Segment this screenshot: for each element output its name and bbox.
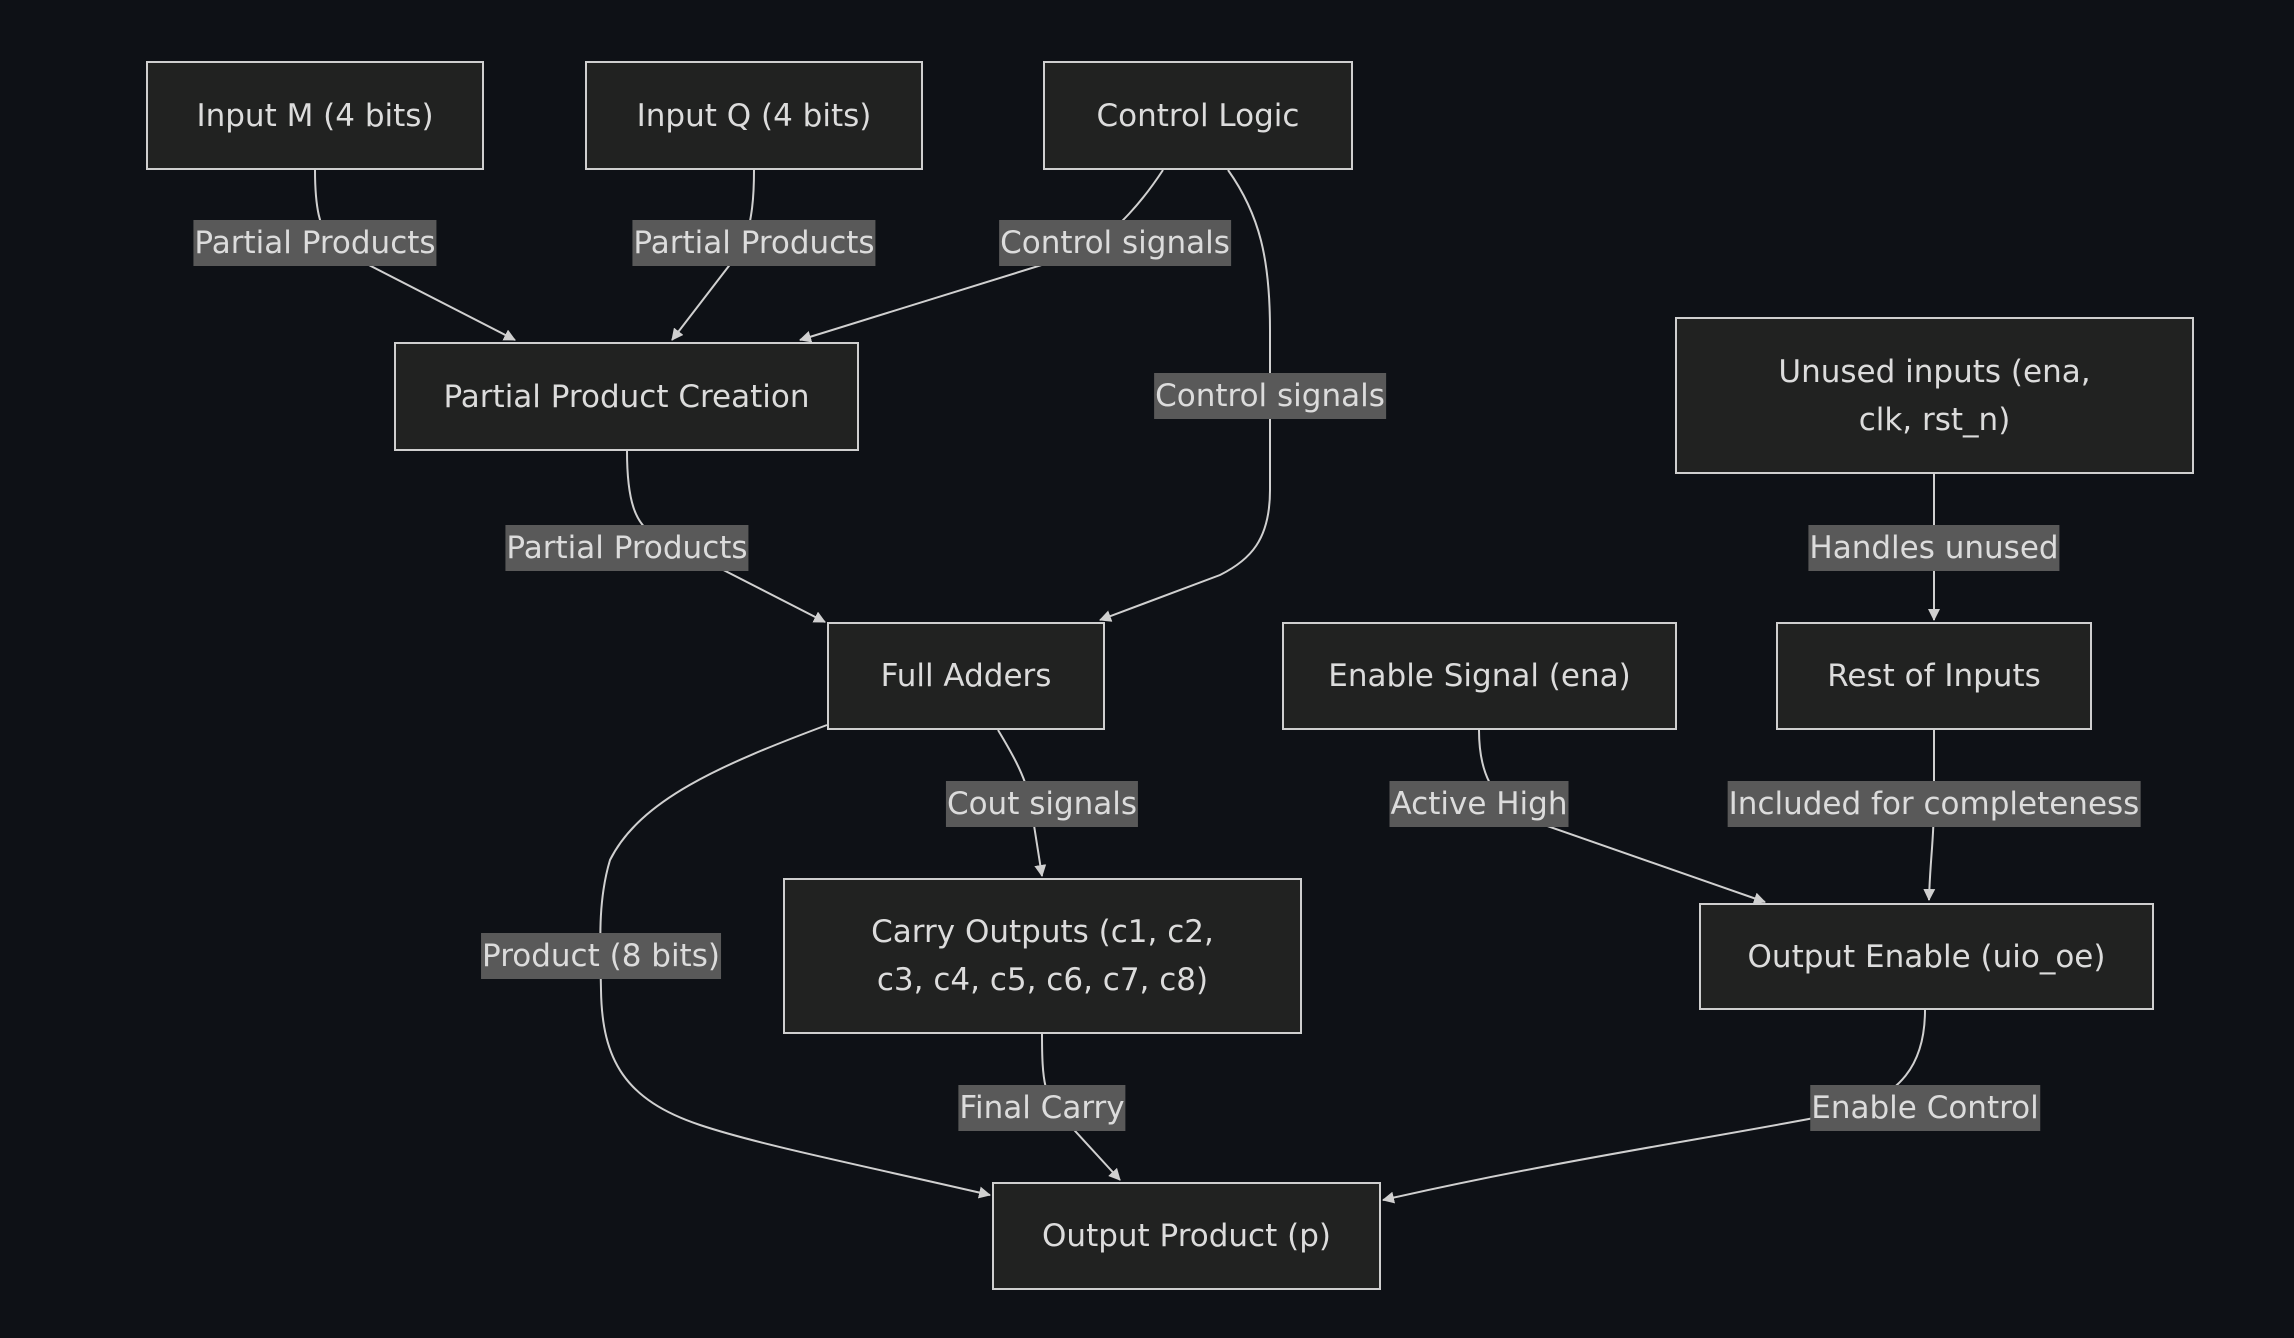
edge-label: Product (8 bits): [481, 933, 721, 979]
edge-label: Control signals: [1154, 373, 1386, 419]
node-label: Enable Signal (ena): [1328, 658, 1631, 694]
node-output-enable: Output Enable (uio_oe): [1699, 903, 2154, 1010]
node-label: Partial Product Creation: [443, 378, 810, 415]
node-enable-signal: Enable Signal (ena): [1282, 622, 1677, 730]
node-output-product: Output Product (p): [992, 1182, 1381, 1290]
node-carry-outputs: Carry Outputs (c1, c2, c3, c4, c5, c6, c…: [783, 878, 1302, 1034]
node-control-logic: Control Logic: [1043, 61, 1353, 170]
node-label: Unused inputs (ena, clk, rst_n): [1778, 353, 2091, 438]
node-input-q: Input Q (4 bits): [585, 61, 923, 170]
node-label: Input M (4 bits): [196, 97, 434, 134]
node-full-adders: Full Adders: [827, 622, 1105, 730]
node-label: Output Enable (uio_oe): [1747, 938, 2106, 975]
edge-label: Cout signals: [945, 781, 1139, 827]
edge-label: Active High: [1389, 781, 1569, 827]
edge-label: Partial Products: [505, 525, 749, 571]
edge-label: Included for completeness: [1727, 781, 2141, 827]
node-label: Rest of Inputs: [1827, 658, 2041, 694]
node-rest-of-inputs: Rest of Inputs: [1776, 622, 2092, 730]
edge-label: Partial Products: [632, 220, 876, 266]
node-input-m: Input M (4 bits): [146, 61, 484, 170]
edge-label: Final Carry: [958, 1085, 1126, 1131]
node-label: Output Product (p): [1042, 1218, 1331, 1254]
node-partial-product-creation: Partial Product Creation: [394, 342, 859, 451]
edge-label: Handles unused: [1808, 525, 2060, 571]
edge-label: Control signals: [999, 220, 1231, 266]
node-label: Input Q (4 bits): [636, 97, 872, 134]
edge-label: Enable Control: [1810, 1085, 2040, 1131]
node-unused-inputs: Unused inputs (ena, clk, rst_n): [1675, 317, 2194, 474]
node-label: Carry Outputs (c1, c2, c3, c4, c5, c6, c…: [871, 914, 1214, 998]
node-label: Full Adders: [880, 658, 1052, 694]
node-label: Control Logic: [1096, 97, 1300, 134]
edge-label: Partial Products: [193, 220, 437, 266]
